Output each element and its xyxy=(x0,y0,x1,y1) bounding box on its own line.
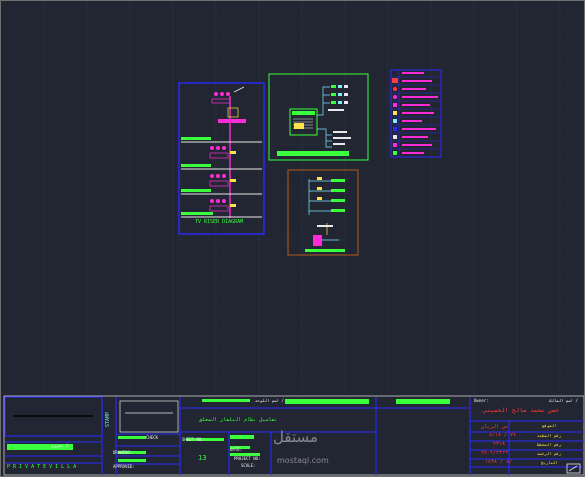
approved-label: APPROVED: xyxy=(113,464,135,469)
watermark-logo-ar: مستقل xyxy=(273,428,318,446)
row-label-license: رقم الرخصة xyxy=(537,451,562,456)
scale-label: SCALE: xyxy=(241,463,256,468)
check-label: CHECK xyxy=(146,435,159,440)
row-label-site: الموقع xyxy=(542,423,557,428)
owner-label-ar: اسم المالك / xyxy=(549,398,578,403)
row-value-date: ٨ / ١٤٣٨/ xyxy=(485,459,513,465)
sheet-no-label: SHEET NO: xyxy=(182,437,204,442)
legend-table[interactable] xyxy=(390,69,443,159)
owner-label: Owner: xyxy=(474,398,489,403)
row-value-license: ٢٥٠٢/٢٣٢٢ xyxy=(481,450,509,456)
owner-name-ar: حسن محمد صالح الحسيني xyxy=(483,407,559,414)
drawing-label-ar: اسم اللوحة / xyxy=(255,398,284,403)
stamp-label-box: STAMP xyxy=(104,399,114,431)
project-label-ar: مشروع / xyxy=(51,443,68,448)
stamp-label: STAMP xyxy=(105,411,111,427)
riser-diagram-panel[interactable] xyxy=(178,82,266,236)
row-label-plan: رقم المخطط xyxy=(537,442,562,447)
row-value-plan: ٢٣١٨ xyxy=(493,441,506,447)
row-label-date: التاريخ xyxy=(541,460,558,465)
project-no-label: PROJECT NO: xyxy=(234,456,261,461)
row-label-plot: رقم القطعة xyxy=(537,433,562,438)
panel-detail-drawing[interactable] xyxy=(268,73,370,161)
row-value-plot: ٧٤ / ٨/١٨ xyxy=(489,432,517,438)
outlet-detail-drawing[interactable] xyxy=(287,169,359,257)
brand-name: P R I V A T E V I L L A xyxy=(7,464,77,470)
date-label: DATE: xyxy=(230,447,243,452)
drawing-title-ar: تفاصيل نظام التلفاز المغلق xyxy=(199,417,278,423)
district-name-ar: حي الريان xyxy=(481,424,509,430)
riser-diagram-title: TV RISER DIAGRAM xyxy=(195,219,244,225)
sheet-number: 13 xyxy=(198,454,207,462)
ucs-icon[interactable] xyxy=(566,463,582,475)
cad-viewport[interactable]: TV RISER DIAGRAM STAMP مشروع / P R I V A… xyxy=(0,0,585,477)
watermark-domain: mostaql.com xyxy=(277,456,329,465)
drawing-label: DRAWING: xyxy=(113,450,133,455)
